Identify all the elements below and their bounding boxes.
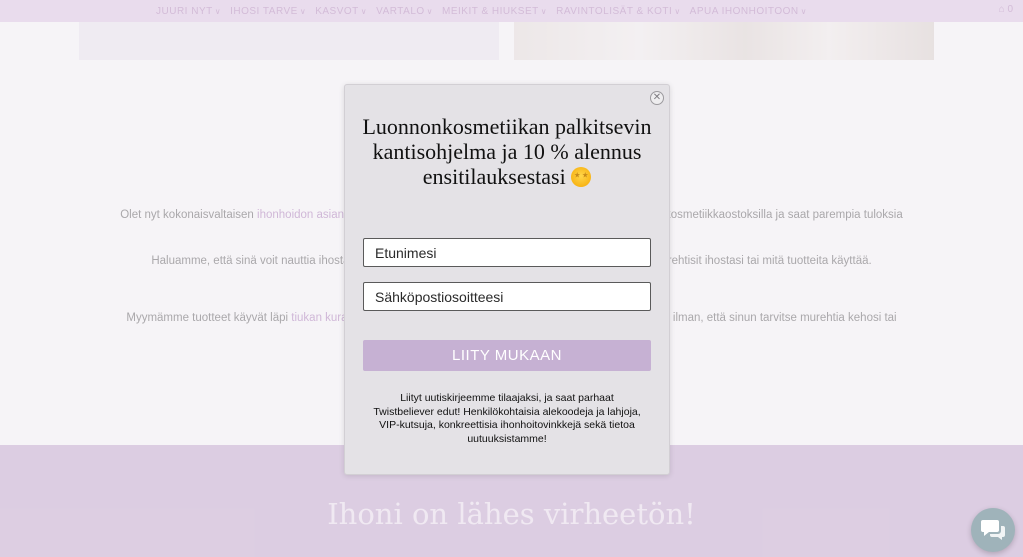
newsletter-popup: ✕ Luonnonkosmetiikan palkitsevin kantiso… [344, 84, 670, 475]
chat-button[interactable] [971, 508, 1015, 552]
star-struck-emoji-icon [571, 167, 592, 187]
popup-title: Luonnonkosmetiikan palkitsevin kantisohj… [355, 114, 659, 189]
close-icon[interactable]: ✕ [650, 91, 664, 105]
popup-title-text: Luonnonkosmetiikan palkitsevin kantisohj… [362, 114, 652, 189]
newsletter-disclaimer: Liityt uutiskirjeemme tilaajaksi, ja saa… [373, 392, 641, 445]
first-name-field[interactable] [363, 238, 651, 267]
join-button[interactable]: LIITY MUKAAN [363, 340, 651, 371]
email-field[interactable] [363, 282, 651, 311]
chat-icon [981, 520, 1005, 540]
